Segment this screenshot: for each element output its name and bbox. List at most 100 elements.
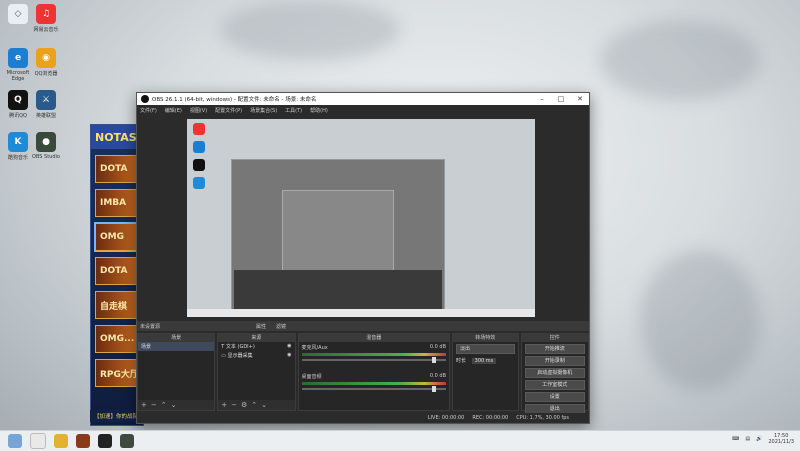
taskbar-app-icon[interactable] bbox=[54, 434, 68, 448]
network-icon[interactable]: ▤ bbox=[745, 436, 750, 442]
desktop-icon-label: 英雄联盟 bbox=[35, 113, 56, 119]
desktop-icon-lol[interactable]: ⚔ 英雄联盟 bbox=[28, 90, 64, 119]
volume-meter bbox=[301, 382, 447, 385]
preview-desktop-icon bbox=[193, 177, 205, 189]
settings-icon[interactable]: ⚙ bbox=[241, 401, 247, 409]
eye-icon[interactable]: ◉ bbox=[287, 343, 291, 349]
source-label: 显示器采集 bbox=[227, 353, 253, 359]
sources-panel: 来源 T 文本 (GDI+) ◉ ▭ 显示器采集 ◉ + − ⚙ ⌃ ⌄ bbox=[217, 333, 296, 411]
menu-edit[interactable]: 编辑(E) bbox=[165, 107, 182, 114]
clock-date: 2021/11/3 bbox=[768, 439, 794, 445]
down-icon[interactable]: ⌄ bbox=[171, 401, 177, 409]
start-menu-icon[interactable] bbox=[8, 434, 22, 448]
transitions-panel-title: 转场特效 bbox=[453, 334, 518, 342]
desktop-icon-label: OBS Studio bbox=[32, 154, 60, 160]
duration-row: 时长 300 ms bbox=[453, 356, 518, 365]
virtual-camera-button[interactable]: 启动虚拟摄像机 bbox=[524, 368, 586, 378]
transition-select[interactable]: 淡出 bbox=[456, 344, 515, 354]
close-button[interactable]: ✕ bbox=[571, 93, 589, 105]
mixer-panel: 混音器 麦克风/Aux 0.0 dB 桌面音频 0.0 dB bbox=[297, 333, 451, 411]
edge-icon: e bbox=[8, 48, 28, 68]
sources-footer: + − ⚙ ⌃ ⌄ bbox=[218, 400, 295, 410]
netease-music-icon: ♫ bbox=[36, 4, 56, 24]
controls-panel-title: 控件 bbox=[521, 334, 589, 342]
kugou-icon: K bbox=[8, 132, 28, 152]
source-item[interactable]: ▭ 显示器采集 ◉ bbox=[218, 351, 294, 360]
taskbar-obs-icon[interactable] bbox=[120, 434, 134, 448]
sources-panel-title: 来源 bbox=[218, 334, 295, 342]
game-tile-rpg[interactable]: RPG大厅 bbox=[95, 359, 139, 387]
add-icon[interactable]: + bbox=[141, 401, 147, 409]
start-recording-button[interactable]: 开始录制 bbox=[524, 356, 586, 366]
dock-row: 场景 场景 + − ⌃ ⌄ 来源 T 文本 (GDI+) ◉ ▭ 显示器采集 ◉ + −… bbox=[137, 333, 590, 414]
taskbar-app-icon[interactable] bbox=[76, 434, 90, 448]
desktop-icon-netease-music[interactable]: ♫ 网易云音乐 bbox=[28, 4, 64, 33]
app-icon: ◇ bbox=[8, 4, 28, 24]
volume-slider[interactable] bbox=[301, 357, 447, 363]
menu-help[interactable]: 帮助(H) bbox=[310, 107, 328, 114]
rec-timer: REC: 00:00:00 bbox=[472, 415, 509, 421]
volume-meter bbox=[301, 353, 447, 356]
obs-window[interactable]: OBS 26.1.1 (64-bit, windows) - 配置文件: 未命名… bbox=[136, 92, 590, 424]
channel-name: 桌面音频 bbox=[301, 374, 322, 380]
source-label: 文本 (GDI+) bbox=[225, 344, 255, 350]
source-item[interactable]: T 文本 (GDI+) ◉ bbox=[218, 342, 294, 351]
settings-button[interactable]: 设置 bbox=[524, 392, 586, 402]
up-icon[interactable]: ⌃ bbox=[161, 401, 167, 409]
status-bar: LIVE: 00:00:00 REC: 00:00:00 CPU: 1.7%, … bbox=[137, 413, 589, 423]
game-tile-dota-2[interactable]: DOTA bbox=[95, 257, 139, 285]
scene-item[interactable]: 场景 bbox=[138, 342, 215, 351]
source-toolbar: 未设置源 属性 滤镜 bbox=[137, 321, 589, 331]
obs-titlebar[interactable]: OBS 26.1.1 (64-bit, windows) - 配置文件: 未命名… bbox=[137, 93, 589, 105]
menu-profile[interactable]: 配置文件(P) bbox=[215, 107, 242, 114]
menu-tools[interactable]: 工具(T) bbox=[285, 107, 302, 114]
slider-handle[interactable] bbox=[432, 357, 437, 363]
up-icon[interactable]: ⌃ bbox=[251, 401, 257, 409]
preview-desktop-icon bbox=[193, 123, 205, 135]
preview-nested-obs bbox=[231, 159, 445, 313]
desktop-icon-qq-browser[interactable]: ◉ QQ浏览器 bbox=[28, 48, 64, 77]
scenes-panel-title: 场景 bbox=[138, 334, 215, 342]
menu-view[interactable]: 视图(V) bbox=[190, 107, 207, 114]
preview-desktop-icon bbox=[193, 141, 205, 153]
menu-file[interactable]: 文件(F) bbox=[140, 107, 157, 114]
transitions-panel: 转场特效 淡出 时长 300 ms bbox=[452, 333, 519, 411]
mixer-panel-title: 混音器 bbox=[298, 334, 450, 342]
down-icon[interactable]: ⌄ bbox=[261, 401, 267, 409]
duration-input[interactable]: 300 ms bbox=[471, 358, 497, 364]
eye-icon[interactable]: ◉ bbox=[287, 352, 291, 358]
no-source-label: 未设置源 bbox=[140, 323, 161, 330]
wallpaper-texture bbox=[640, 250, 760, 390]
mixer-channel: 麦克风/Aux 0.0 dB bbox=[299, 342, 450, 363]
game-tile-imba[interactable]: IMBA bbox=[95, 189, 139, 217]
menu-scene-collection[interactable]: 场景集合(S) bbox=[250, 107, 277, 114]
wallpaper-texture bbox=[600, 20, 760, 100]
volume-icon[interactable]: 🔊 bbox=[756, 436, 762, 442]
slider-handle[interactable] bbox=[432, 386, 437, 392]
game-tile-dota[interactable]: DOTA bbox=[95, 155, 139, 183]
game-tile-omg-2[interactable]: OMG... bbox=[95, 325, 139, 353]
maximize-button[interactable]: □ bbox=[552, 93, 570, 105]
properties-button[interactable]: 属性 bbox=[256, 323, 266, 330]
studio-mode-button[interactable]: 工作室模式 bbox=[524, 380, 586, 390]
minimize-button[interactable]: – bbox=[533, 93, 551, 105]
game-icon: ⚔ bbox=[36, 90, 56, 110]
add-icon[interactable]: + bbox=[221, 401, 227, 409]
wallpaper-texture bbox=[220, 0, 400, 60]
game-tile-omg[interactable]: OMG bbox=[94, 222, 140, 252]
volume-slider[interactable] bbox=[301, 386, 447, 392]
remove-icon[interactable]: − bbox=[231, 401, 237, 409]
remove-icon[interactable]: − bbox=[151, 401, 157, 409]
taskbar-app-icon[interactable] bbox=[98, 434, 112, 448]
filters-button[interactable]: 滤镜 bbox=[276, 323, 286, 330]
keyboard-icon[interactable]: ⌨ bbox=[732, 436, 739, 442]
taskbar-app-icon[interactable] bbox=[30, 433, 46, 449]
game-tile-autochess[interactable]: 自走棋 bbox=[95, 291, 139, 319]
window-title: OBS 26.1.1 (64-bit, windows) - 配置文件: 未命名… bbox=[152, 97, 317, 103]
preview-desktop-icon bbox=[193, 159, 205, 171]
preview-canvas[interactable] bbox=[187, 119, 535, 317]
clock[interactable]: 17:50 2021/11/3 bbox=[768, 433, 794, 445]
start-streaming-button[interactable]: 开始推流 bbox=[524, 344, 586, 354]
desktop-icon-obs[interactable]: ● OBS Studio bbox=[28, 132, 64, 160]
system-tray: ⌨ ▤ 🔊 17:50 2021/11/3 bbox=[732, 433, 794, 445]
